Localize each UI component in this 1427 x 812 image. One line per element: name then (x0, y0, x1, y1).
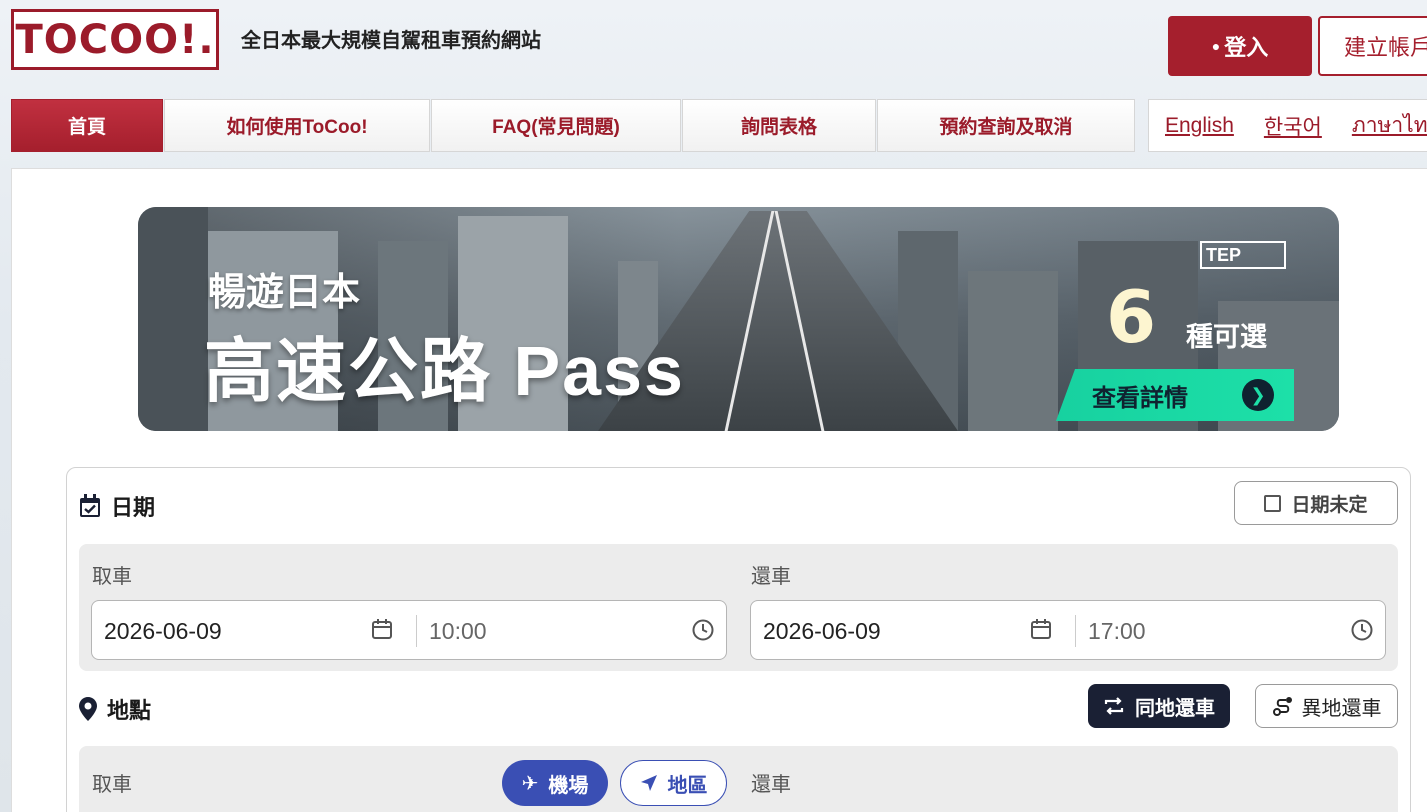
location-fields-box: 取車 還車 (79, 746, 1398, 812)
login-label: 登入 (1224, 35, 1269, 60)
pickup-label: 取車 (92, 566, 132, 588)
region-label: 地區 (667, 774, 708, 797)
same-location-return-button[interactable]: 同地還車 (1088, 684, 1230, 728)
banner-count-suffix: 種可選 (1186, 322, 1267, 352)
language-bar: English 한국어 ภาษาไทย (1148, 99, 1427, 152)
highway-pass-banner[interactable]: 暢遊日本 高速公路 Pass TEP 6 種可選 查看詳情 ❯ (138, 207, 1339, 431)
region-toggle[interactable]: 地區 (620, 760, 727, 806)
lang-english-link[interactable]: English (1165, 114, 1234, 138)
field-divider (416, 615, 417, 647)
calendar-icon[interactable] (1031, 619, 1051, 639)
pickup-time-input[interactable]: 10:00 (429, 618, 487, 645)
same-location-label: 同地還車 (1135, 697, 1215, 720)
main-nav: 首頁 如何使用ToCoo! FAQ(常見問題) 詢問表格 預約查詢及取消 (11, 99, 1136, 152)
tocoo-logo[interactable]: TOCOO!. (11, 9, 219, 70)
airport-toggle[interactable]: ✈ 機場 (502, 760, 608, 806)
register-button[interactable]: 建立帳戶 (1318, 16, 1427, 76)
different-location-return-button[interactable]: 異地還車 (1255, 684, 1398, 728)
calendar-check-icon (80, 494, 100, 517)
search-form: 日期 日期未定 取車 還車 2026-06-09 10:00 2026-06-0… (66, 467, 1411, 812)
date-section-label: 日期 (111, 495, 156, 520)
main-content: 暢遊日本 高速公路 Pass TEP 6 種可選 查看詳情 ❯ 日期 日期未定 (11, 168, 1427, 812)
chevron-right-icon: ❯ (1242, 379, 1274, 411)
date-fields-box: 取車 還車 2026-06-09 10:00 2026-06-09 17:00 (79, 544, 1398, 671)
location-pickup-label: 取車 (92, 774, 132, 796)
route-icon (1272, 697, 1292, 716)
location-return-label: 還車 (751, 774, 791, 796)
building-shape (138, 207, 208, 431)
nav-item-faq[interactable]: FAQ(常見問題) (431, 99, 681, 152)
date-undecided-checkbox[interactable]: 日期未定 (1234, 481, 1398, 525)
nav-item-inquiry[interactable]: 詢問表格 (682, 99, 876, 152)
return-time-input[interactable]: 17:00 (1088, 618, 1146, 645)
return-datetime-field: 2026-06-09 17:00 (750, 600, 1386, 660)
login-button[interactable]: ● 登入 (1168, 16, 1312, 76)
location-section-title: 地點 (79, 693, 151, 725)
pickup-date-input[interactable]: 2026-06-09 (104, 618, 222, 645)
airport-label: 機場 (548, 774, 589, 797)
location-section-label: 地點 (107, 698, 152, 723)
pickup-datetime-field: 2026-06-09 10:00 (91, 600, 727, 660)
clock-icon[interactable] (1351, 619, 1373, 641)
different-location-label: 異地還車 (1301, 697, 1382, 720)
banner-count: 6 (1106, 275, 1157, 359)
site-tagline: 全日本最大規模自駕租車預約網站 (241, 30, 541, 52)
return-label: 還車 (751, 566, 791, 588)
nav-item-home[interactable]: 首頁 (11, 99, 163, 152)
calendar-icon[interactable] (372, 619, 392, 639)
cta-label: 查看詳情 (1092, 384, 1188, 412)
map-pin-icon (79, 697, 97, 721)
register-label: 建立帳戶 (1344, 35, 1427, 60)
clock-icon[interactable] (692, 619, 714, 641)
building-shape (968, 271, 1058, 431)
field-divider (1075, 615, 1076, 647)
checkbox-icon (1264, 494, 1282, 512)
person-icon: ● (1211, 38, 1221, 54)
nav-item-reservation-cancel[interactable]: 預約查詢及取消 (877, 99, 1135, 152)
banner-title: 高速公路 Pass (204, 332, 685, 410)
return-date-input[interactable]: 2026-06-09 (763, 618, 881, 645)
plane-icon: ✈ (521, 772, 539, 795)
view-details-button[interactable]: 查看詳情 ❯ (1056, 369, 1294, 421)
date-undecided-label: 日期未定 (1291, 494, 1368, 516)
navigation-arrow-icon (640, 775, 657, 791)
nav-item-how-to-use[interactable]: 如何使用ToCoo! (164, 99, 430, 152)
lang-thai-link[interactable]: ภาษาไทย (1352, 109, 1427, 142)
banner-subtitle: 暢遊日本 (208, 272, 361, 314)
swap-arrows-icon (1104, 697, 1124, 715)
lang-korean-link[interactable]: 한국어 (1264, 111, 1322, 141)
date-section-title: 日期 (79, 490, 155, 522)
tep-badge: TEP (1200, 241, 1286, 269)
